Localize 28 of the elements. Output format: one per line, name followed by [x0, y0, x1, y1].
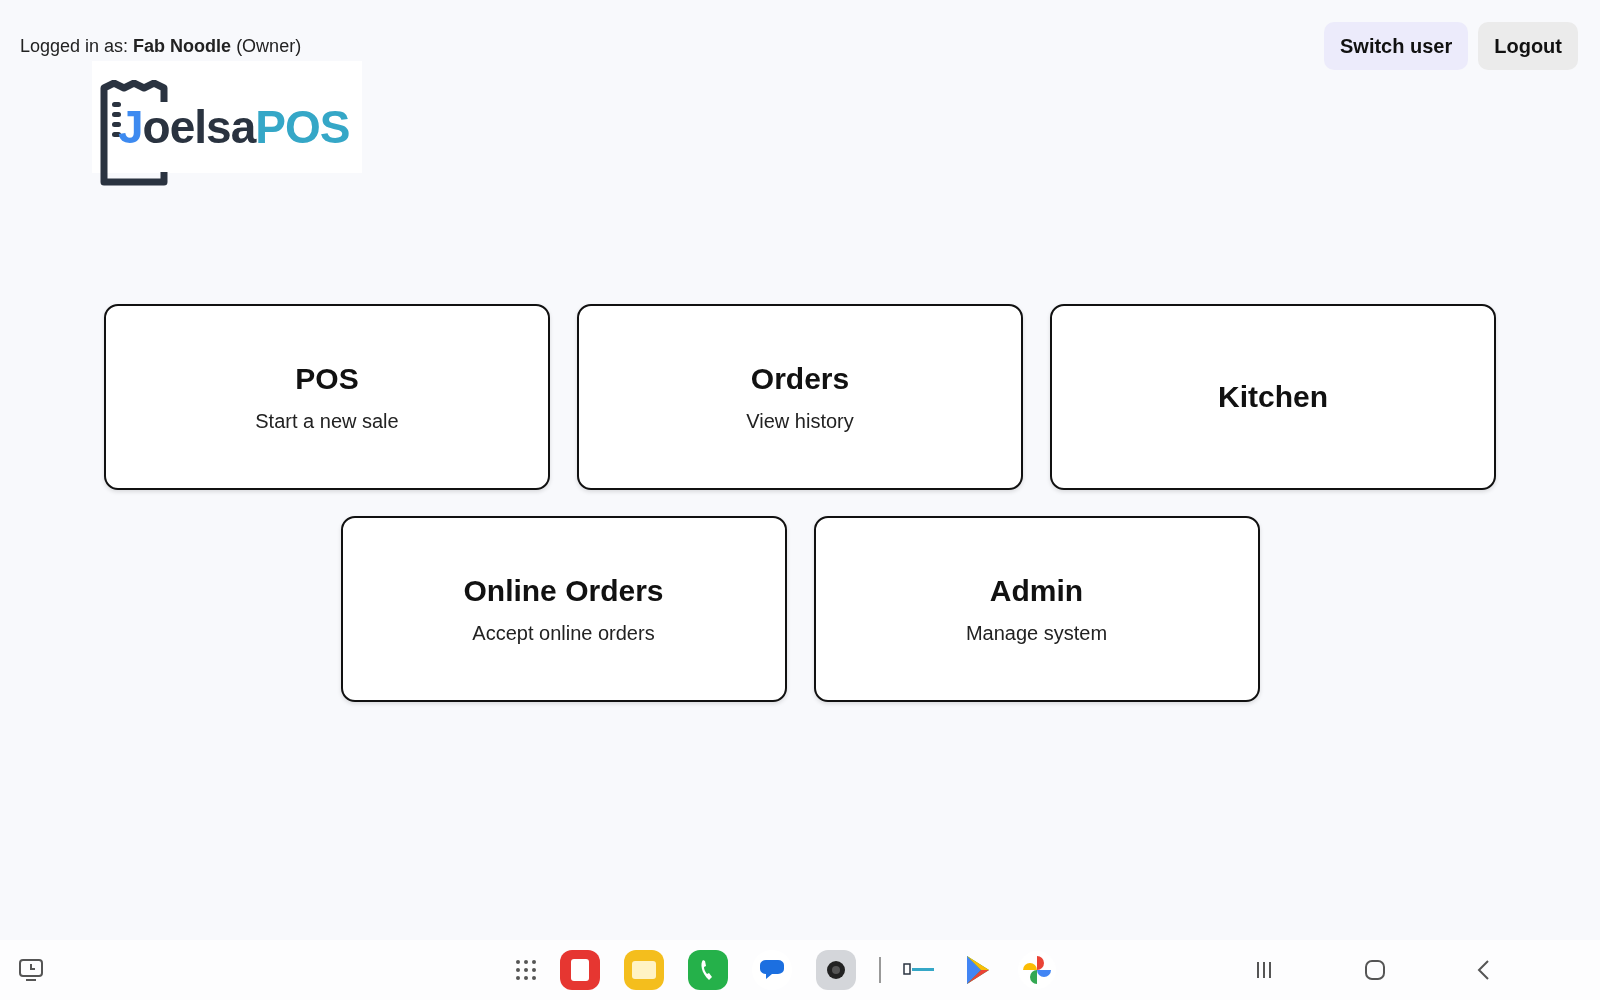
menu-tile[interactable]: POS Start a new sale — [104, 304, 550, 490]
logout-button[interactable]: Logout — [1478, 22, 1578, 70]
tile-title: Orders — [750, 361, 850, 396]
recent-apps-icon[interactable] — [1254, 960, 1274, 980]
app-grid-icon[interactable] — [515, 959, 537, 981]
tile-title: Online Orders — [463, 573, 664, 608]
tile-title: POS — [295, 361, 359, 396]
tile-subtitle: Start a new sale — [255, 409, 399, 433]
camera-app-icon[interactable] — [815, 949, 857, 991]
screen-clock-icon[interactable] — [18, 958, 44, 982]
logged-in-text: Logged in as: Fab Noodle (Owner) — [20, 36, 303, 57]
tile-subtitle: Accept online orders — [472, 621, 655, 645]
phone-app-icon[interactable] — [687, 949, 729, 991]
tile-title: Admin — [989, 573, 1084, 608]
menu-tile[interactable]: Orders View history — [577, 304, 1023, 490]
menu-tile[interactable]: Kitchen — [1050, 304, 1496, 490]
menu-tile[interactable]: Online Orders Accept online orders — [340, 516, 787, 702]
menu-tile[interactable]: Admin Manage system — [813, 516, 1260, 702]
notes-app-icon[interactable] — [559, 949, 601, 991]
tile-title: Kitchen — [1218, 380, 1328, 414]
tile-subtitle: Manage system — [965, 621, 1108, 645]
tile-subtitle: View history — [746, 409, 854, 433]
divider-line — [879, 957, 881, 983]
pos-app-icon[interactable] — [903, 962, 937, 978]
home-icon[interactable] — [1364, 959, 1386, 981]
logo-text: JoelsaPOS — [92, 80, 350, 154]
switch-user-button[interactable]: Switch user — [1324, 22, 1469, 70]
back-icon[interactable] — [1476, 959, 1490, 981]
